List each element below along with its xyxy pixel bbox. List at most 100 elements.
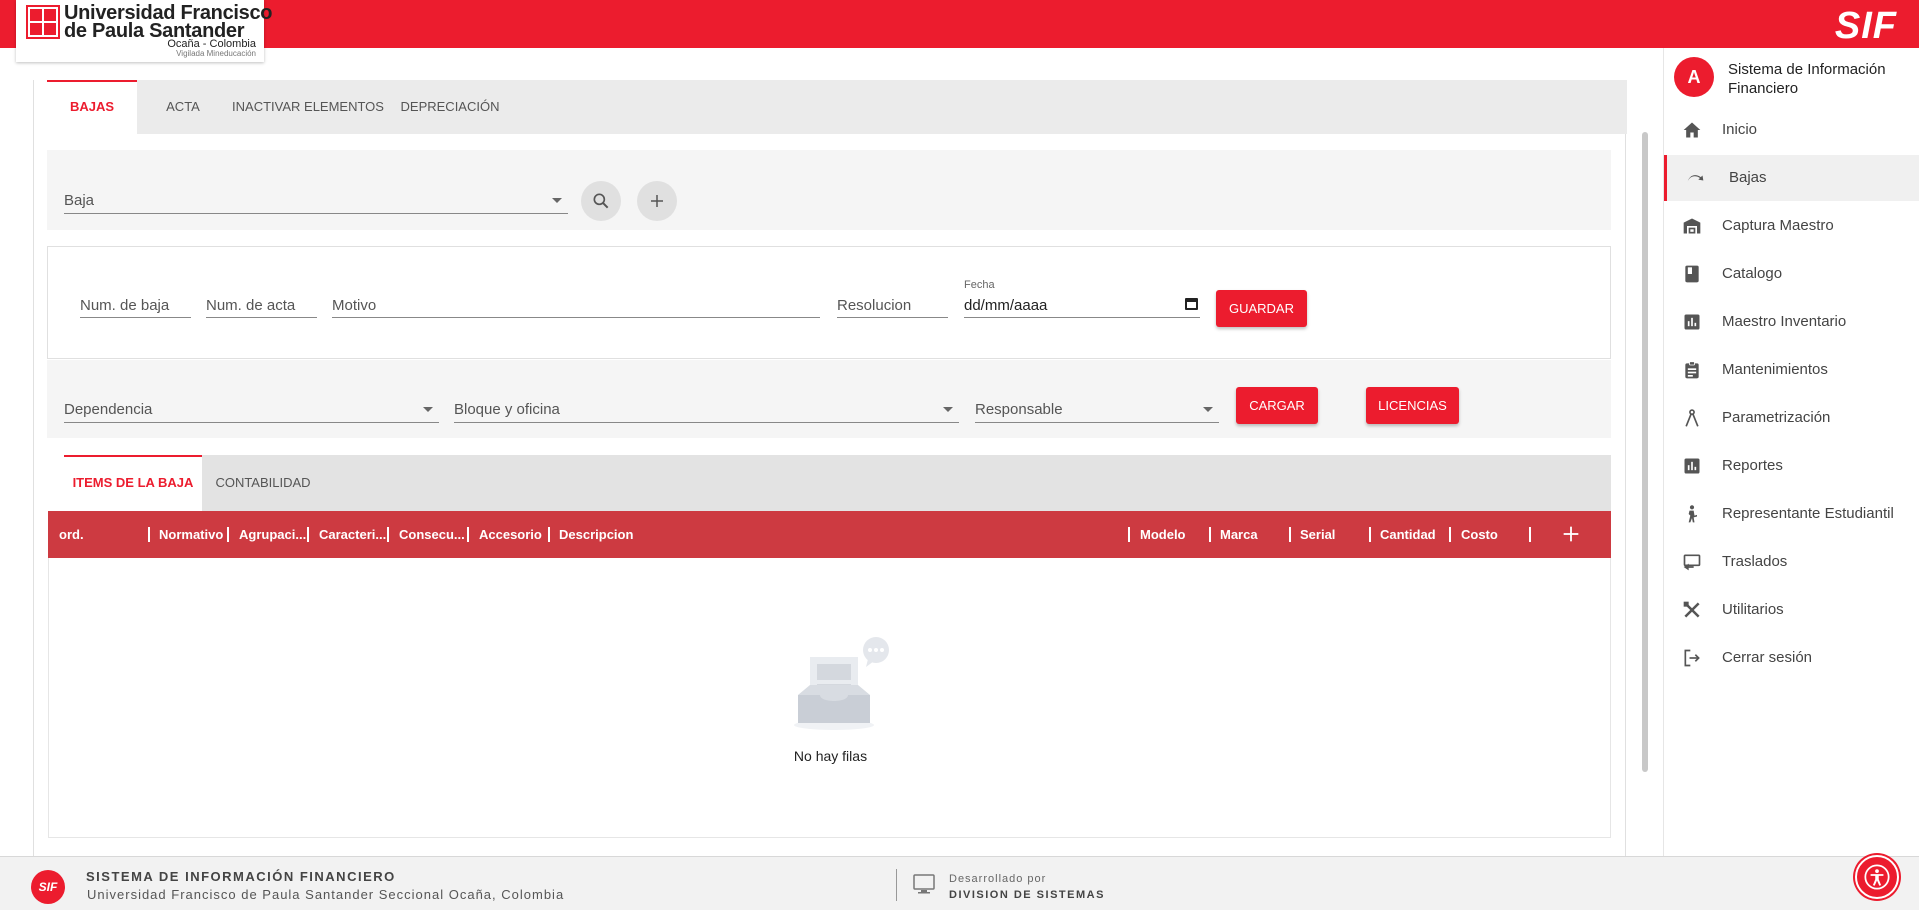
add-baja-button[interactable] (637, 181, 677, 221)
warehouse-icon (1683, 218, 1701, 234)
accessibility-icon (1864, 864, 1890, 890)
num-acta-label: Num. de acta (206, 297, 296, 314)
main-scrollbar[interactable] (1642, 132, 1648, 772)
col-accesorio[interactable]: Accesorio (479, 511, 549, 558)
motivo-field[interactable]: Motivo (332, 288, 820, 318)
sidebar-item-inicio[interactable]: Inicio (1664, 107, 1919, 153)
tools-icon (1683, 601, 1700, 618)
column-separator[interactable] (387, 527, 389, 542)
column-separator[interactable] (1449, 527, 1451, 542)
grid-body: No hay filas (48, 558, 1611, 838)
col-costo[interactable]: Costo (1461, 511, 1521, 558)
sidebar-item-catalogo[interactable]: Catalogo (1664, 251, 1919, 297)
sidebar-item-captura-maestro[interactable]: Captura Maestro (1664, 203, 1919, 249)
accessibility-button[interactable] (1855, 855, 1899, 899)
col-marca[interactable]: Marca (1220, 511, 1280, 558)
col-agrupacion[interactable]: Agrupaci... (239, 511, 309, 558)
footer-developed-by: Desarrollado por (949, 873, 1047, 885)
tab-contabilidad[interactable]: CONTABILIDAD (202, 455, 324, 511)
responsable-label: Responsable (975, 401, 1063, 418)
sidebar-item-parametrizacion[interactable]: Parametrización (1664, 395, 1919, 441)
sidebar-item-label: Bajas (1729, 169, 1767, 186)
search-button[interactable] (581, 181, 621, 221)
col-normativo[interactable]: Normativo (159, 511, 229, 558)
column-separator[interactable] (1369, 527, 1371, 542)
tab-depreciacion[interactable]: DEPRECIACIÓN (387, 80, 513, 134)
sidebar-item-bajas[interactable]: Bajas (1664, 155, 1919, 201)
col-cantidad[interactable]: Cantidad (1380, 511, 1442, 558)
responsable-select[interactable]: Responsable (975, 393, 1219, 423)
column-separator[interactable] (467, 527, 469, 542)
person-walking-icon (1688, 505, 1697, 523)
resolucion-field[interactable]: Resolucion (837, 288, 948, 318)
sidebar-item-label: Utilitarios (1722, 601, 1784, 618)
grid-header: ord. Normativo Agrupaci... Caracteri... … (48, 511, 1611, 558)
add-row-button[interactable] (1560, 523, 1582, 548)
sidebar-item-label: Traslados (1722, 553, 1788, 570)
main-tabs: BAJAS ACTA INACTIVAR ELEMENTOS DEPRECIAC… (47, 80, 1627, 134)
bloque-oficina-label: Bloque y oficina (454, 401, 560, 418)
tab-bajas[interactable]: BAJAS (47, 80, 137, 134)
plus-icon (1563, 526, 1579, 542)
column-separator[interactable] (148, 527, 150, 542)
dependencia-label: Dependencia (64, 401, 153, 418)
search-row: Baja (47, 150, 1611, 230)
column-separator[interactable] (307, 527, 309, 542)
sidebar-item-maestro-inventario[interactable]: Maestro Inventario (1664, 299, 1919, 345)
column-separator[interactable] (1128, 527, 1130, 542)
col-consecutivo[interactable]: Consecu... (399, 511, 469, 558)
avatar[interactable]: A (1674, 57, 1714, 97)
column-separator[interactable] (227, 527, 229, 542)
footer-divider (896, 869, 897, 901)
col-serial[interactable]: Serial (1300, 511, 1360, 558)
baja-form: Num. de baja Num. de acta Motivo Resoluc… (47, 246, 1611, 359)
university-logo[interactable]: Universidad Francisco de Paula Santander… (16, 0, 273, 62)
empty-inbox-icon (794, 637, 889, 730)
tab-inactivar-elementos[interactable]: INACTIVAR ELEMENTOS (229, 80, 387, 134)
filter-row: Dependencia Bloque y oficina Responsable… (47, 360, 1611, 438)
sidebar-item-cerrar-sesion[interactable]: Cerrar sesión (1664, 635, 1919, 681)
home-icon (1683, 122, 1701, 138)
sidebar-title: Sistema de Información Financiero (1728, 61, 1886, 97)
sidebar-item-label: Representante Estudiantil (1722, 505, 1894, 522)
col-ord[interactable]: ord. (59, 511, 147, 558)
column-separator[interactable] (548, 527, 550, 542)
bar-chart-icon (1684, 458, 1700, 474)
sidebar-item-utilitarios[interactable]: Utilitarios (1664, 587, 1919, 633)
empty-rows-message: No hay filas (793, 748, 868, 764)
dependencia-select[interactable]: Dependencia (64, 393, 439, 423)
column-separator[interactable] (1529, 527, 1531, 542)
sidebar-item-reportes[interactable]: Reportes (1664, 443, 1919, 489)
calendar-icon[interactable] (1185, 298, 1198, 310)
num-baja-field[interactable]: Num. de baja (80, 288, 191, 318)
brand-logo: SIF (1834, 5, 1897, 47)
col-modelo[interactable]: Modelo (1140, 511, 1200, 558)
footer-division: DIVISION DE SISTEMAS (949, 889, 1105, 901)
sidebar-item-label: Inicio (1722, 121, 1758, 138)
guardar-button[interactable]: GUARDAR (1216, 290, 1307, 327)
tab-items-de-la-baja[interactable]: ITEMS DE LA BAJA (64, 455, 202, 511)
search-icon (593, 193, 609, 209)
sidebar-item-label: Catalogo (1722, 265, 1783, 282)
num-acta-field[interactable]: Num. de acta (206, 288, 317, 318)
logout-icon (1684, 649, 1700, 667)
transfer-icon (1683, 554, 1701, 571)
col-caracteristica[interactable]: Caracteri... (319, 511, 389, 558)
sidebar-item-label: Captura Maestro (1722, 217, 1834, 234)
sidebar-item-traslados[interactable]: Traslados (1664, 539, 1919, 585)
resolucion-label: Resolucion (837, 297, 912, 314)
cargar-button[interactable]: CARGAR (1236, 387, 1318, 424)
sidebar-item-mantenimientos[interactable]: Mantenimientos (1664, 347, 1919, 393)
licencias-button[interactable]: LICENCIAS (1366, 387, 1459, 424)
tab-acta[interactable]: ACTA (137, 80, 229, 134)
bloque-oficina-select[interactable]: Bloque y oficina (454, 393, 959, 423)
sidebar-item-representante-estudiantil[interactable]: Representante Estudiantil (1664, 491, 1919, 537)
chevron-down-icon (943, 407, 953, 412)
fecha-field[interactable]: dd/mm/aaaa (964, 288, 1200, 318)
footer-university: Universidad Francisco de Paula Santander… (87, 887, 565, 902)
baja-select[interactable]: Baja (64, 184, 568, 214)
sidebar: A Sistema de Información Financiero Inic… (1663, 48, 1919, 856)
column-separator[interactable] (1209, 527, 1211, 542)
col-descripcion[interactable]: Descripcion (559, 511, 759, 558)
column-separator[interactable] (1289, 527, 1291, 542)
